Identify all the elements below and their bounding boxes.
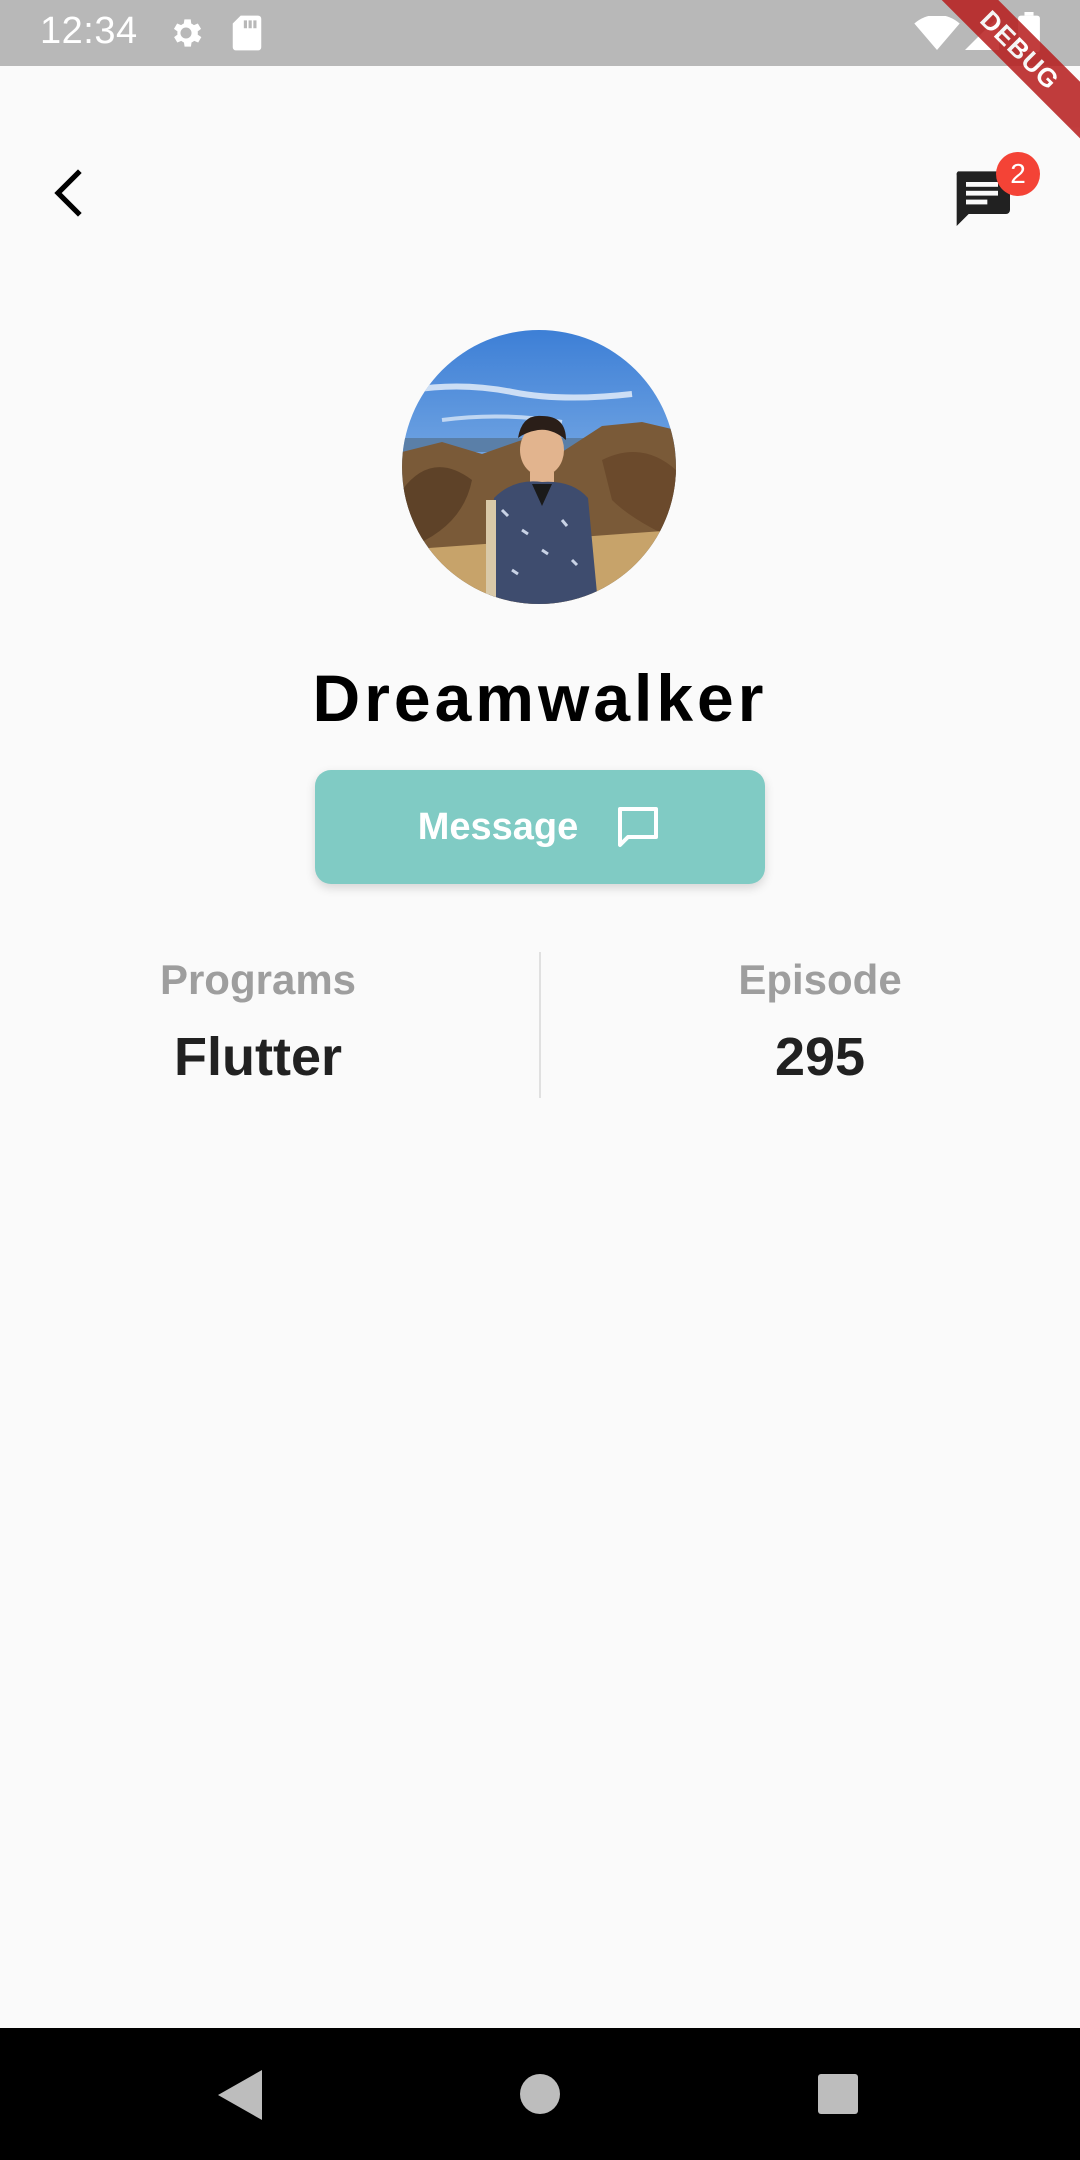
nav-home-icon[interactable] [520,2074,560,2114]
stat-programs-label: Programs [159,956,357,1003]
back-button[interactable] [40,165,96,221]
stat-programs: Programs Flutter [0,956,516,1088]
message-button-label: Message [417,805,579,848]
status-bar: 12:34 [0,0,1080,66]
sd-card-icon [232,15,262,51]
chat-bubble-outline-icon [618,807,659,847]
stat-episode: Episode 295 [540,956,1080,1088]
notification-badge: 2 [996,152,1040,196]
stat-episode-label: Episode [738,956,902,1003]
system-nav-bar [0,2028,1080,2160]
back-arrow-icon [54,169,82,217]
status-time: 12:34 [40,10,138,52]
stat-programs-value: Flutter [174,1027,342,1087]
settings-gear-icon [173,19,202,47]
message-button[interactable]: Message [315,770,765,884]
stat-episode-value: 295 [774,1027,866,1087]
nav-recents-icon[interactable] [818,2074,858,2114]
wifi-icon [914,16,960,50]
profile-name: Dreamwalker [312,661,768,735]
nav-back-icon[interactable] [218,2070,262,2120]
avatar[interactable] [402,330,676,604]
